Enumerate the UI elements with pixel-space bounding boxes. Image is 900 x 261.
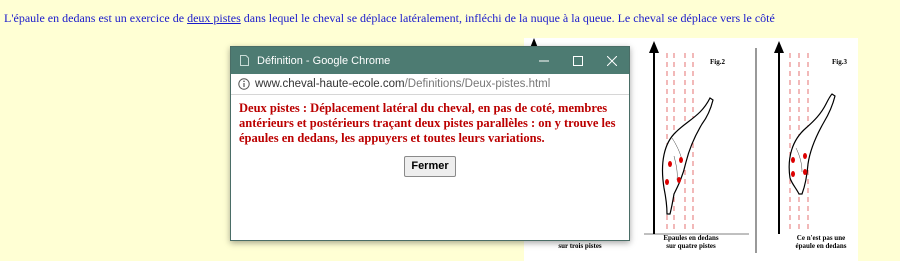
- url-domain: www.cheval-haute-ecole.com: [255, 78, 405, 90]
- minimize-icon: [539, 60, 549, 61]
- maximize-button[interactable]: [561, 47, 595, 74]
- close-icon: [607, 55, 617, 66]
- deux-pistes-link[interactable]: deux pistes: [187, 11, 241, 25]
- window-titlebar[interactable]: Définition - Google Chrome: [231, 47, 629, 74]
- address-bar[interactable]: www.cheval-haute-ecole.com/Definitions/D…: [231, 74, 629, 95]
- window-title: Définition - Google Chrome: [257, 54, 391, 67]
- caption-fig1: sur trois pistes: [558, 242, 602, 250]
- caption-fig3: Ce n'est pas une épaule en dedans: [786, 234, 856, 250]
- caption-fig3-line1: Ce n'est pas une: [796, 234, 846, 242]
- minimize-button[interactable]: [527, 47, 561, 74]
- info-icon[interactable]: [238, 78, 250, 90]
- popup-content: Deux pistes : Déplacement latéral du che…: [231, 95, 629, 177]
- maximize-icon: [573, 55, 583, 66]
- caption-fig2-line1: Epaules en dedans: [663, 234, 719, 242]
- definition-popup-window[interactable]: Définition - Google Chrome www.cheval-ha…: [230, 46, 630, 241]
- page-icon: [240, 55, 249, 66]
- caption-fig3-line2: épaule en dedans: [795, 242, 847, 250]
- caption-fig2-line2: sur quatre pistes: [666, 242, 716, 250]
- intro-paragraph: L'épaule en dedans est un exercice de de…: [4, 11, 900, 26]
- fermer-button[interactable]: Fermer: [404, 156, 456, 177]
- fig3-title: Fig.3: [832, 58, 847, 66]
- intro-text-after: dans lequel le cheval se déplace latéral…: [240, 11, 775, 25]
- intro-text-before: L'épaule en dedans est un exercice de: [4, 11, 188, 25]
- close-window-button[interactable]: [595, 47, 629, 74]
- fig2-title: Fig.2: [710, 58, 725, 66]
- definition-text: Deux pistes : Déplacement latéral du che…: [239, 101, 616, 145]
- url-path: /Definitions/Deux-pistes.html: [404, 78, 551, 90]
- caption-fig2: Epaules en dedans sur quatre pistes: [656, 234, 726, 250]
- button-row: Fermer: [239, 156, 621, 177]
